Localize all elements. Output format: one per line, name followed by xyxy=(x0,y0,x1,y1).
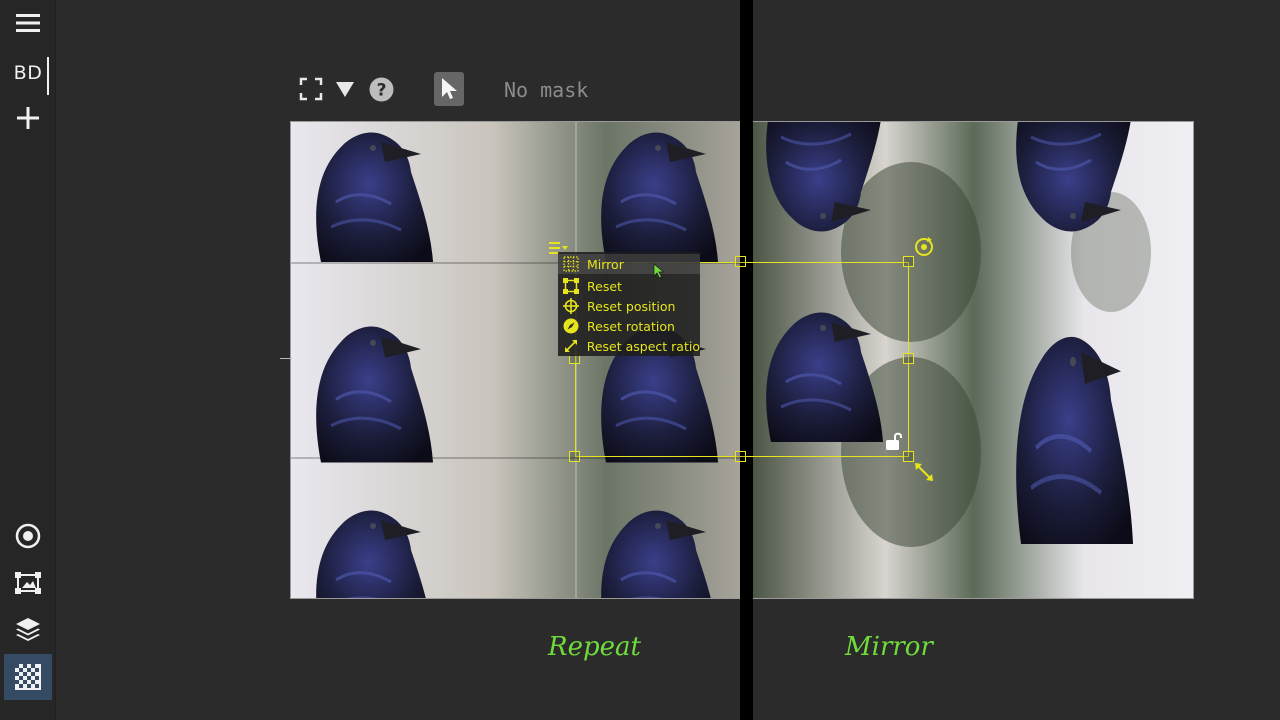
checkerboard-icon[interactable] xyxy=(4,654,52,700)
grid-dots-icon xyxy=(562,255,580,273)
crosshair-icon xyxy=(562,297,580,315)
menu-item-label: Reset aspect ratio xyxy=(586,338,700,354)
mouse-cursor-icon xyxy=(653,263,665,279)
transform-handle-right[interactable] xyxy=(903,353,914,364)
transform-handle-top[interactable] xyxy=(735,256,746,267)
menu-item-label: Reset rotation xyxy=(587,318,675,334)
rotate-handle-icon[interactable] xyxy=(913,236,935,258)
active-indicator xyxy=(47,57,49,95)
left-sidebar: BD xyxy=(0,0,56,720)
pointer-arrow-icon[interactable] xyxy=(434,72,464,106)
menu-item-reset[interactable]: Reset xyxy=(558,276,700,296)
menu-item-reset-rotation[interactable]: Reset rotation xyxy=(558,316,700,336)
workspace-button[interactable]: BD xyxy=(4,50,52,96)
aspect-lock-icon[interactable] xyxy=(884,431,904,451)
fullscreen-icon[interactable] xyxy=(298,72,324,106)
mask-status-label: No mask xyxy=(504,78,589,102)
menu-item-label: Mirror xyxy=(587,256,624,272)
help-circle-icon[interactable]: ? xyxy=(368,72,394,106)
menu-item-label: Reset position xyxy=(587,298,676,314)
transform-icon[interactable] xyxy=(4,560,52,606)
diagonal-arrows-icon xyxy=(562,337,580,355)
editor-toolbar: ? No mask xyxy=(290,66,730,112)
svg-text:?: ? xyxy=(376,80,386,100)
compass-icon xyxy=(562,317,580,335)
resize-diagonal-icon[interactable] xyxy=(913,461,935,483)
transform-context-menu: Mirror Reset Reset position Reset rotati… xyxy=(558,252,700,356)
target-icon[interactable] xyxy=(4,513,52,559)
annotation-mirror: Mirror xyxy=(845,632,933,662)
annotation-repeat: Repeat xyxy=(548,632,641,662)
menu-item-reset-position[interactable]: Reset position xyxy=(558,296,700,316)
transform-handle-bottom-left[interactable] xyxy=(569,451,580,462)
reset-square-icon xyxy=(562,277,580,295)
canvas-edge-tick xyxy=(280,358,292,359)
transform-handle-bottom[interactable] xyxy=(735,451,746,462)
hamburger-menu-icon[interactable] xyxy=(4,0,52,46)
triangle-down-icon[interactable] xyxy=(334,72,356,106)
menu-item-mirror[interactable]: Mirror xyxy=(558,254,700,274)
plus-icon[interactable] xyxy=(4,95,52,141)
menu-item-reset-aspect-ratio[interactable]: Reset aspect ratio xyxy=(558,336,700,356)
layers-icon[interactable] xyxy=(4,606,52,652)
menu-item-label: Reset xyxy=(587,278,622,294)
workspace-label: BD xyxy=(13,62,43,84)
